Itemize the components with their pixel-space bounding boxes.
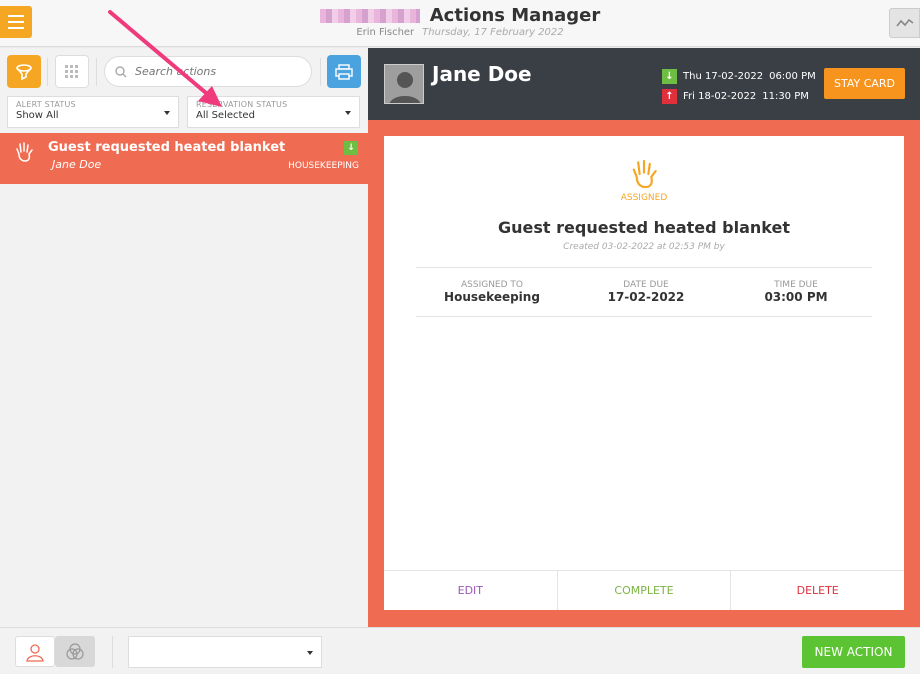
search-input[interactable] (135, 65, 295, 78)
avatar (384, 64, 424, 104)
list-item[interactable]: Guest requested heated blanket Jane Doe … (0, 133, 368, 184)
guest-header: Jane Doe ↓ Thu 17-02-2022 06:00 PM ↑ Fri… (368, 48, 920, 120)
time-due-column: TIME DUE 03:00 PM (736, 280, 856, 304)
list-toolbar (0, 48, 368, 94)
arrival-arrow-icon: ↓ (344, 141, 358, 155)
group-toggle[interactable] (55, 636, 95, 667)
action-list-panel: ALERT STATUS Show All RESERVATION STATUS… (0, 48, 368, 627)
assigned-to-value: Housekeeping (444, 290, 540, 304)
hotel-name-redacted (319, 8, 420, 23)
date-due-column: DATE DUE 17-02-2022 (586, 280, 706, 304)
time-due-label: TIME DUE (774, 280, 818, 290)
departure-date: Fri 18-02-2022 (683, 90, 757, 102)
alert-status-value: Show All (16, 110, 59, 121)
search-box[interactable] (104, 56, 312, 87)
new-action-button[interactable]: NEW ACTION (802, 636, 905, 668)
action-title: Guest requested heated blanket (498, 218, 790, 237)
chevron-down-icon (345, 111, 351, 115)
arrival-time: 06:00 PM (769, 70, 816, 82)
graph-icon (895, 18, 913, 27)
search-icon (115, 65, 127, 77)
bottom-bar: NEW ACTION (0, 627, 920, 674)
print-button[interactable] (327, 55, 361, 88)
action-buttons: EDIT COMPLETE DELETE (384, 570, 904, 610)
action-detail-panel: Jane Doe ↓ Thu 17-02-2022 06:00 PM ↑ Fri… (368, 48, 920, 627)
person-icon (389, 72, 421, 103)
title-block: Actions Manager Erin Fischer Thursday, 1… (0, 5, 920, 38)
alert-status-label: ALERT STATUS (16, 100, 76, 109)
top-bar: Actions Manager Erin Fischer Thursday, 1… (0, 0, 920, 47)
grid-icon (65, 64, 78, 78)
edit-button[interactable]: EDIT (384, 571, 558, 610)
filter-icon (16, 63, 32, 80)
assigned-to-column: ASSIGNED TO Housekeeping (432, 280, 552, 304)
print-icon (335, 63, 353, 80)
group-circles-icon (66, 642, 84, 660)
date-due-value: 17-02-2022 (607, 290, 685, 304)
page-title: Actions Manager (429, 5, 601, 26)
current-date: Thursday, 17 February 2022 (422, 27, 564, 38)
action-info: ASSIGNED TO Housekeeping DATE DUE 17-02-… (416, 267, 872, 317)
status-badge: ASSIGNED (620, 193, 668, 203)
single-guest-toggle[interactable] (15, 636, 55, 667)
delete-button[interactable]: DELETE (731, 571, 904, 610)
chevron-down-icon (307, 651, 313, 655)
time-due-value: 03:00 PM (764, 290, 828, 304)
user-name: Erin Fischer (356, 27, 415, 38)
list-item-department: HOUSEKEEPING (288, 161, 359, 171)
arrival-arrow-icon: ↓ (662, 68, 677, 84)
departure-time: 11:30 PM (762, 90, 809, 102)
departure-arrow-icon: ↑ (662, 88, 677, 104)
reservation-status-label: RESERVATION STATUS (196, 100, 288, 109)
hand-icon (632, 159, 657, 189)
stay-card-button[interactable]: STAY CARD (824, 68, 905, 99)
arrival-date: Thu 17-02-2022 (683, 70, 764, 82)
action-detail-card: ASSIGNED Guest requested heated blanket … (384, 136, 904, 610)
activity-graph-button[interactable] (889, 8, 920, 38)
person-outline-icon (26, 643, 44, 662)
created-info: Created 03-02-2022 at 02:53 PM by (563, 242, 725, 252)
alert-status-dropdown[interactable]: ALERT STATUS Show All (7, 96, 179, 128)
list-item-title: Guest requested heated blanket (48, 140, 286, 155)
assigned-to-label: ASSIGNED TO (460, 280, 523, 290)
reservation-status-value: All Selected (196, 110, 255, 121)
chevron-down-icon (164, 111, 170, 115)
complete-button[interactable]: COMPLETE (558, 571, 732, 610)
date-due-label: DATE DUE (623, 280, 669, 290)
bottom-select[interactable] (128, 636, 322, 668)
hand-icon (16, 142, 33, 162)
grid-view-button[interactable] (55, 55, 89, 88)
stay-dates: ↓ Thu 17-02-2022 06:00 PM ↑ Fri 18-02-20… (662, 66, 816, 106)
list-item-guest: Jane Doe (52, 158, 102, 171)
filter-button[interactable] (7, 55, 41, 88)
reservation-status-dropdown[interactable]: RESERVATION STATUS All Selected (187, 96, 360, 128)
guest-name: Jane Doe (432, 62, 532, 86)
